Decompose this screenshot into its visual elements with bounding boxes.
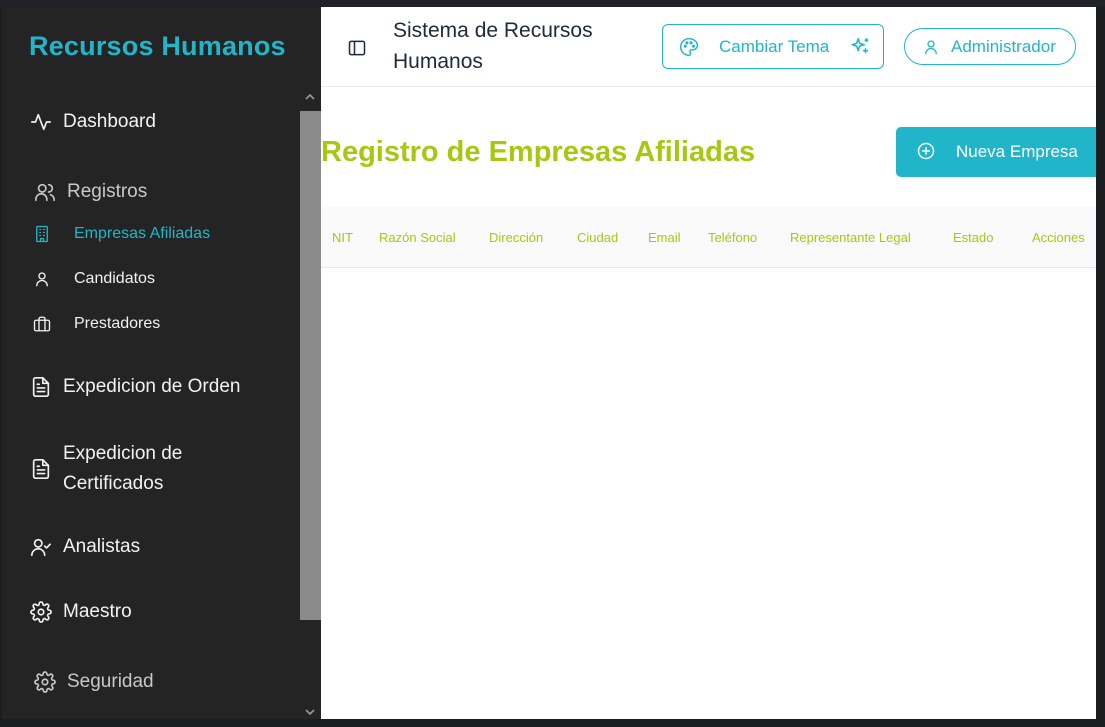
column-header-telefono[interactable]: Teléfono — [708, 230, 757, 245]
column-header-email[interactable]: Email — [648, 230, 681, 245]
column-header-acciones[interactable]: Acciones — [1032, 230, 1085, 245]
user-icon — [32, 269, 52, 289]
column-header-nit[interactable]: NIT — [332, 230, 353, 245]
nav-empresas-label: Empresas Afiliadas — [74, 225, 211, 242]
user-menu-label: Administrador — [951, 37, 1056, 56]
nav-expedicion-certificados-label-2: Certificados — [63, 473, 164, 494]
column-header-representante-legal[interactable]: Representante Legal — [790, 230, 911, 245]
nav-candidatos-label: Candidatos — [74, 270, 155, 287]
nav-group-registros-label: Registros — [67, 181, 148, 202]
nav-maestro-label: Maestro — [63, 601, 132, 622]
app-title: Sistema de Recursos Humanos — [393, 19, 593, 73]
nav-maestro[interactable]: Maestro — [29, 600, 132, 624]
table-header: NIT Razón Social Dirección Ciudad Email … — [321, 207, 1096, 268]
building-icon — [32, 224, 52, 244]
nav-expedicion-orden-label: Expedicion de Orden — [63, 376, 241, 397]
window-top-bar — [0, 0, 1105, 7]
nav-prestadores-label: Prestadores — [74, 315, 161, 332]
sidebar: Recursos Humanos Dashboard Registros Emp… — [2, 7, 321, 719]
column-header-razon-social[interactable]: Razón Social — [379, 230, 456, 245]
gear-icon — [29, 600, 53, 624]
column-header-direccion[interactable]: Dirección — [489, 230, 543, 245]
sparkles-icon — [849, 36, 871, 58]
nav-dashboard[interactable]: Dashboard — [29, 110, 156, 134]
new-company-button[interactable]: Nueva Empresa — [896, 127, 1096, 177]
sidebar-scrollbar[interactable] — [300, 89, 321, 719]
scroll-down-icon[interactable] — [305, 707, 315, 717]
briefcase-icon — [32, 314, 52, 334]
top-header: Sistema de Recursos Humanos Cambiar Tema… — [321, 7, 1096, 87]
nav-dashboard-label: Dashboard — [63, 111, 156, 132]
main-content: Sistema de Recursos Humanos Cambiar Tema… — [321, 7, 1096, 719]
nav-analistas-label: Analistas — [63, 536, 141, 557]
nav-group-registros[interactable]: Registros — [33, 180, 147, 204]
nav-prestadores[interactable]: Prestadores — [32, 314, 160, 334]
scrollbar-thumb[interactable] — [300, 111, 321, 620]
plus-circle-icon — [916, 141, 936, 161]
nav-seguridad-label: Seguridad — [67, 671, 154, 692]
user-check-icon — [29, 535, 53, 559]
change-theme-label: Cambiar Tema — [719, 37, 830, 56]
scroll-up-icon[interactable] — [305, 92, 315, 102]
column-header-estado[interactable]: Estado — [953, 230, 993, 245]
brand-title: Recursos Humanos — [29, 31, 286, 61]
new-company-label: Nueva Empresa — [956, 142, 1078, 161]
page-title: Registro de Empresas Afiliadas — [321, 136, 756, 168]
file-text-icon — [29, 457, 53, 481]
window-right-edge — [1096, 7, 1105, 727]
change-theme-button[interactable]: Cambiar Tema — [662, 24, 884, 69]
nav-analistas[interactable]: Analistas — [29, 535, 140, 559]
nav-candidatos[interactable]: Candidatos — [32, 269, 155, 289]
user-menu-button[interactable]: Administrador — [904, 28, 1076, 65]
panel-left-icon[interactable] — [347, 38, 367, 58]
nav-expedicion-orden[interactable]: Expedicion de Orden — [29, 375, 240, 399]
gear-icon — [33, 670, 57, 694]
palette-icon — [679, 37, 699, 57]
nav-seguridad[interactable]: Seguridad — [33, 670, 154, 694]
user-icon — [922, 38, 940, 56]
users-icon — [33, 180, 57, 204]
file-text-icon — [29, 375, 53, 399]
activity-icon — [29, 110, 53, 134]
column-header-ciudad[interactable]: Ciudad — [577, 230, 618, 245]
window-bottom-edge — [0, 719, 1105, 727]
nav-expedicion-certificados-label-1: Expedicion de — [63, 443, 183, 464]
nav-empresas-afiliadas[interactable]: Empresas Afiliadas — [32, 224, 210, 244]
nav-expedicion-certificados[interactable]: Expedicion de Certificados — [29, 439, 182, 499]
